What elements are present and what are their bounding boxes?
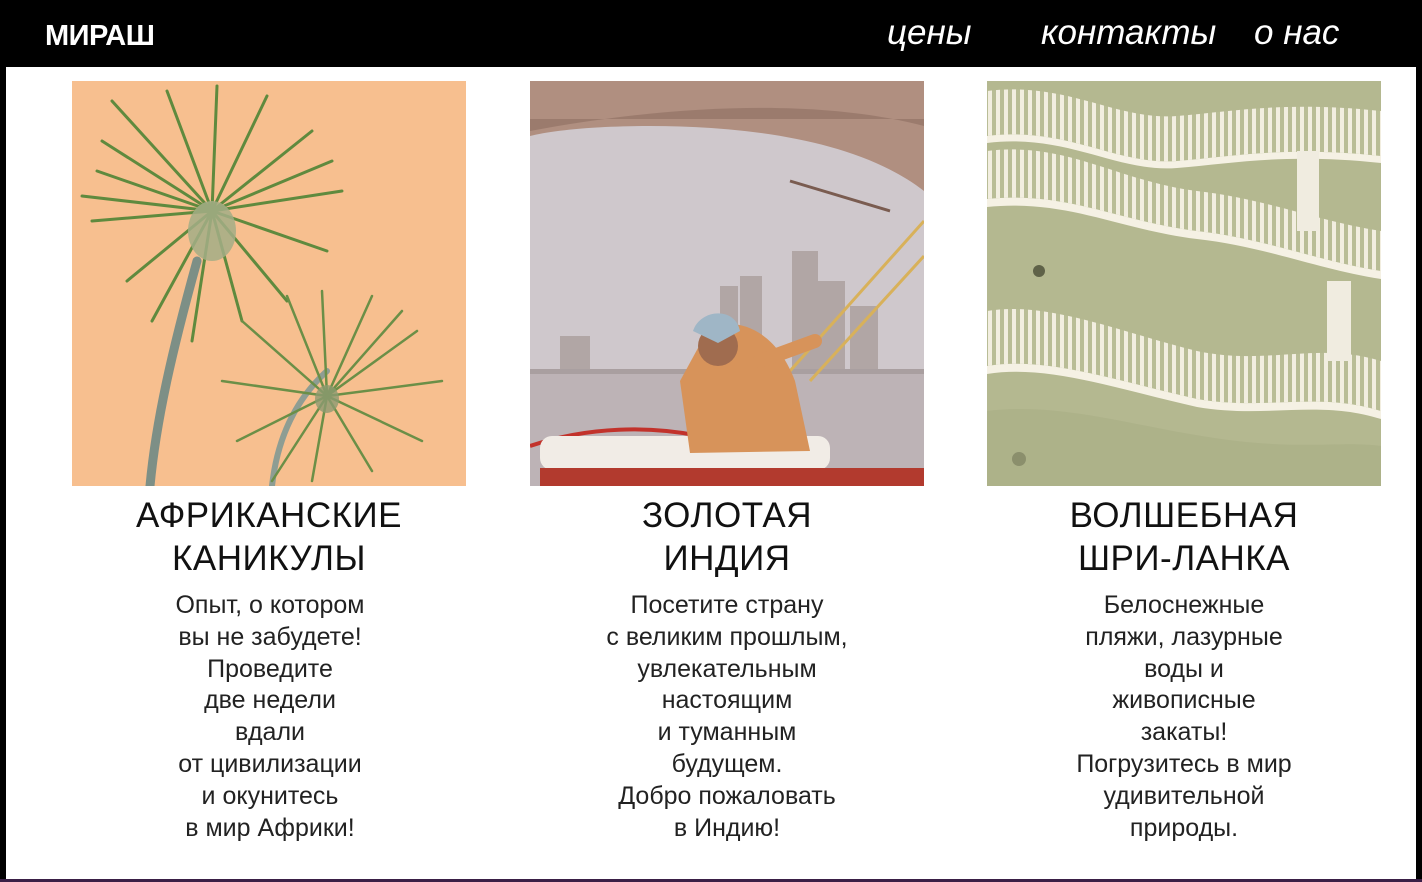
card-title: АФРИКАНСКИЕ КАНИКУЛЫ	[72, 494, 466, 580]
tour-card-sri-lanka[interactable]: ВОЛШЕБНАЯ ШРИ-ЛАНКА Белоснежные пляжи, л…	[987, 81, 1381, 844]
card-title-line: ВОЛШЕБНАЯ	[1069, 496, 1299, 535]
nav-link-prices[interactable]: цены	[887, 12, 972, 54]
window-frame-left	[0, 0, 6, 882]
window-frame-right	[1416, 0, 1422, 882]
card-title: ЗОЛОТАЯ ИНДИЯ	[530, 494, 924, 580]
wavy-balconies-photo[interactable]	[987, 81, 1381, 486]
card-description: Опыт, о котором вы не забудете! Проведит…	[175, 591, 365, 842]
card-description: Посетите страну с великим прошлым, увлек…	[606, 591, 848, 842]
card-description: Белоснежные пляжи, лазурные воды и живоп…	[1076, 591, 1292, 842]
card-title-line: ШРИ-ЛАНКА	[1077, 539, 1291, 578]
tour-card-india[interactable]: ЗОЛОТАЯ ИНДИЯ Посетите страну с великим …	[530, 81, 924, 844]
card-title: ВОЛШЕБНАЯ ШРИ-ЛАНКА	[987, 494, 1381, 580]
site-logo[interactable]: МИРАШ	[45, 20, 155, 52]
palm-trees-photo[interactable]	[72, 81, 466, 486]
card-title-line: АФРИКАНСКИЕ	[136, 496, 402, 535]
nav-link-about[interactable]: о нас	[1254, 12, 1339, 54]
card-title-line: КАНИКУЛЫ	[172, 539, 366, 578]
card-title-line: ЗОЛОТАЯ	[641, 496, 813, 535]
top-navigation-bar: МИРАШ цены контакты о нас	[0, 0, 1422, 67]
card-title-line: ИНДИЯ	[663, 539, 791, 578]
tour-card-africa[interactable]: АФРИКАНСКИЕ КАНИКУЛЫ Опыт, о котором вы …	[72, 81, 466, 844]
nav-link-contacts[interactable]: контакты	[1041, 12, 1216, 54]
boatman-river-photo[interactable]	[530, 81, 924, 486]
